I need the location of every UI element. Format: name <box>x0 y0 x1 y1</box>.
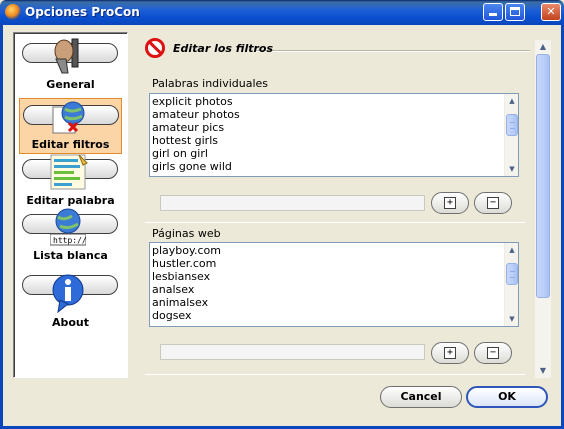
section-header: Editar los filtros <box>145 38 273 62</box>
list-item[interactable]: playboy.com <box>150 244 518 257</box>
title-bar: Opciones ProCon ✕ <box>0 0 564 25</box>
scroll-thumb[interactable] <box>506 114 518 136</box>
window-title: Opciones ProCon <box>25 5 140 19</box>
svg-text:http://: http:// <box>53 236 86 245</box>
minus-icon: − <box>487 347 499 359</box>
web-listbox[interactable]: playboy.com hustler.com lesbiansex analsex a… <box>149 242 519 327</box>
sidebar-item-general[interactable]: General <box>19 37 122 93</box>
list-item[interactable]: analsex <box>150 283 518 296</box>
web-scrollbar[interactable]: ▲ ▼ <box>504 243 518 326</box>
add-site-button[interactable]: + <box>431 342 469 364</box>
minimize-button[interactable] <box>483 3 503 21</box>
ok-button[interactable]: OK <box>466 386 548 408</box>
close-button[interactable]: ✕ <box>541 3 561 21</box>
list-item[interactable]: girl on girl <box>150 147 518 160</box>
list-item[interactable]: animalsex <box>150 296 518 309</box>
words-group-label: Palabras individuales <box>152 77 269 90</box>
words-scrollbar[interactable]: ▲ ▼ <box>504 94 518 176</box>
info-icon <box>52 274 84 314</box>
remove-site-button[interactable]: − <box>474 342 512 364</box>
list-item[interactable]: dogsex <box>150 309 518 322</box>
scroll-down-icon[interactable]: ▼ <box>538 366 548 376</box>
list-item[interactable]: hottest girls <box>150 134 518 147</box>
list-item[interactable]: girls gone wild <box>150 160 518 173</box>
sidebar-item-about[interactable]: About <box>19 269 122 329</box>
words-listbox[interactable]: explicit photos amateur photos amateur pic… <box>149 93 519 177</box>
sidebar-item-label: Editar filtros <box>31 138 110 151</box>
section-title: Editar los filtros <box>173 42 274 55</box>
group-separator <box>145 374 525 375</box>
plus-icon: + <box>444 197 456 209</box>
word-list-icon <box>50 154 88 190</box>
add-word-button[interactable]: + <box>431 192 469 214</box>
sidebar-item-editar-filtros[interactable]: Editar filtros <box>19 98 122 154</box>
scroll-up-icon[interactable]: ▲ <box>507 245 517 255</box>
list-item[interactable]: explicit photos <box>150 95 518 108</box>
sidebar-item-label: About <box>51 316 90 329</box>
firefox-icon <box>5 4 21 20</box>
content-scrollbar[interactable]: ▲ ▼ <box>535 40 551 378</box>
maximize-button[interactable] <box>505 3 525 21</box>
no-entry-icon <box>145 38 165 58</box>
sidebar-item-label: Editar palabra <box>26 194 115 207</box>
web-group-label: Páginas web <box>152 227 221 240</box>
minus-icon: − <box>487 197 499 209</box>
scroll-down-icon[interactable]: ▼ <box>507 314 517 324</box>
list-item[interactable]: amateur pics <box>150 121 518 134</box>
globe-http-icon: http:// <box>50 208 86 246</box>
word-input[interactable] <box>160 195 425 211</box>
plus-icon: + <box>444 347 456 359</box>
scroll-thumb[interactable] <box>506 263 518 285</box>
web-input[interactable] <box>160 344 425 360</box>
globe-cross-icon <box>52 101 85 134</box>
sidebar-item-label: General <box>46 78 95 91</box>
scroll-down-icon[interactable]: ▼ <box>507 164 517 174</box>
cancel-button[interactable]: Cancel <box>380 386 462 408</box>
scroll-up-icon[interactable]: ▲ <box>507 96 517 106</box>
section-divider <box>255 50 530 52</box>
scroll-thumb[interactable] <box>536 54 550 298</box>
remove-word-button[interactable]: − <box>474 192 512 214</box>
list-item[interactable]: lesbiansex <box>150 270 518 283</box>
sidebar-item-editar-palabra[interactable]: Editar palabra <box>19 153 122 209</box>
tools-icon <box>54 38 79 74</box>
sidebar-item-label: Lista blanca <box>33 249 108 262</box>
scroll-up-icon[interactable]: ▲ <box>538 42 548 52</box>
sidebar-item-lista-blanca[interactable]: http:// Lista blanca <box>19 208 122 264</box>
group-separator <box>145 222 525 223</box>
list-item[interactable]: amateur photos <box>150 108 518 121</box>
sidebar: General Editar filtros Editar palabra ht… <box>13 32 128 378</box>
list-item[interactable]: hustler.com <box>150 257 518 270</box>
